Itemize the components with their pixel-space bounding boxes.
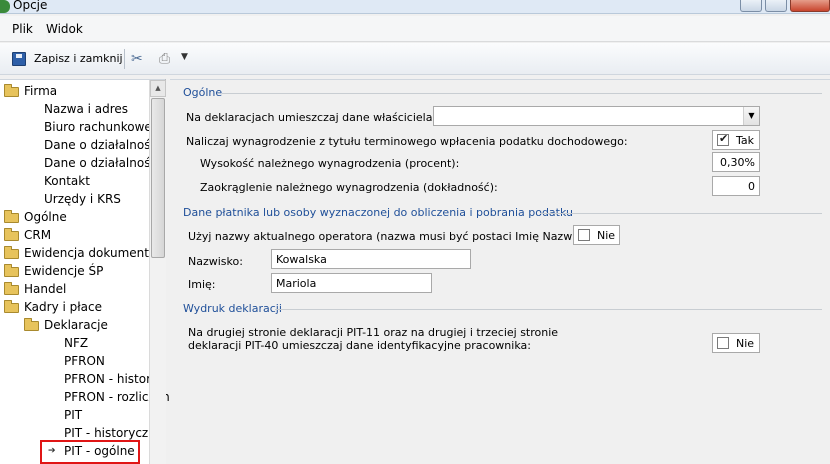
settings-panel: Ogólne Na deklaracjach umieszczaj dane w… bbox=[170, 79, 830, 464]
tree-item-label: Deklaracje bbox=[44, 318, 108, 332]
folder-icon bbox=[4, 84, 19, 97]
section-divider bbox=[540, 213, 822, 214]
name-input[interactable]: Mariola bbox=[271, 273, 432, 293]
maximize-button[interactable] bbox=[765, 0, 787, 12]
section-title-payer: Dane płatnika lub osoby wyznaczonej do o… bbox=[183, 206, 573, 219]
accrue-checkbox-label: Tak bbox=[736, 134, 755, 147]
check-icon: ✔ bbox=[719, 132, 729, 145]
section-title-general: Ogólne bbox=[183, 86, 223, 99]
tree-item-label: PFRON - historia bbox=[64, 372, 162, 386]
accrue-label: Naliczaj wynagrodzenie z tytułu terminow… bbox=[186, 135, 628, 148]
tree-item-label: CRM bbox=[24, 228, 52, 242]
accrue-checkbox-field[interactable]: ✔ Tak bbox=[712, 130, 760, 150]
owner-select[interactable]: ▼ bbox=[433, 106, 760, 126]
window-title: Opcje bbox=[13, 0, 48, 12]
tree-item-label: Handel bbox=[24, 282, 67, 296]
minimize-button[interactable] bbox=[740, 0, 762, 12]
scroll-thumb[interactable] bbox=[151, 98, 165, 258]
scroll-up-arrow-icon[interactable]: ▲ bbox=[150, 80, 166, 97]
app-icon bbox=[0, 0, 10, 13]
print-checkbox[interactable] bbox=[717, 337, 729, 349]
tree-item-label: Ogólne bbox=[24, 210, 67, 224]
name-label: Imię: bbox=[188, 278, 216, 291]
options-tree: Firma Nazwa i adres Biuro rachunkowe Dane o… bbox=[0, 79, 180, 464]
toolbar: Zapisz i zamknij ✂ ⎙ ▼ bbox=[0, 43, 830, 75]
tree-item-label: Urzędy i KRS bbox=[44, 192, 121, 206]
title-bar: Opcje bbox=[0, 0, 830, 14]
menu-plik[interactable]: Plik bbox=[12, 22, 33, 36]
tree-item-label: Nazwa i adres bbox=[44, 102, 129, 116]
operator-checkbox-field[interactable]: Nie bbox=[573, 225, 620, 245]
toolbar-separator bbox=[124, 49, 125, 69]
tree-item-label: Dane o działalności bbox=[44, 138, 161, 152]
tree-item-label: Kadry i płace bbox=[24, 300, 102, 314]
tree-item-label: Biuro rachunkowe bbox=[44, 120, 152, 134]
folder-icon bbox=[4, 282, 19, 295]
print-icon[interactable]: ⎙ bbox=[159, 51, 177, 67]
operator-label: Użyj nazwy aktualnego operatora (nazwa m… bbox=[188, 230, 602, 243]
folder-icon bbox=[4, 246, 19, 259]
tree-item-label: Ewidencja dokumentów bbox=[24, 246, 167, 260]
save-icon[interactable] bbox=[12, 52, 26, 66]
section-divider bbox=[275, 309, 822, 310]
save-and-close-button[interactable]: Zapisz i zamknij bbox=[34, 52, 123, 65]
percent-input[interactable]: 0,30% bbox=[712, 152, 760, 172]
tree-item-label: NFZ bbox=[64, 336, 89, 350]
selected-item-highlight bbox=[40, 440, 140, 464]
operator-checkbox[interactable] bbox=[578, 229, 590, 241]
folder-icon bbox=[4, 264, 19, 277]
chevron-down-icon[interactable]: ▼ bbox=[181, 52, 188, 62]
tree-item-label: Ewidencje ŚP bbox=[24, 264, 104, 278]
section-title-print: Wydruk deklaracji bbox=[183, 302, 282, 315]
print-checkbox-label: Nie bbox=[736, 337, 755, 350]
menu-bar: Plik Widok bbox=[0, 16, 830, 42]
tree-item-label: PIT bbox=[64, 408, 83, 422]
rounding-input[interactable]: 0 bbox=[712, 176, 760, 196]
percent-label: Wysokość należnego wynagrodzenia (procen… bbox=[200, 157, 460, 170]
tree-scrollbar[interactable]: ▲ bbox=[149, 80, 166, 464]
folder-icon bbox=[4, 300, 19, 313]
section-divider bbox=[222, 93, 822, 94]
folder-icon bbox=[4, 210, 19, 223]
print-label-line1: Na drugiej stronie deklaracji PIT-11 ora… bbox=[188, 326, 559, 339]
folder-icon bbox=[24, 318, 39, 331]
menu-widok[interactable]: Widok bbox=[46, 22, 83, 36]
operator-checkbox-label: Nie bbox=[597, 229, 616, 242]
surname-input[interactable]: Kowalska bbox=[271, 249, 471, 269]
folder-icon bbox=[4, 228, 19, 241]
tools-icon[interactable]: ✂ bbox=[131, 51, 147, 67]
owner-label: Na deklaracjach umieszczaj dane właścici… bbox=[186, 111, 437, 124]
tree-item-label: PFRON bbox=[64, 354, 105, 368]
surname-label: Nazwisko: bbox=[188, 255, 243, 268]
accrue-checkbox[interactable]: ✔ bbox=[717, 132, 729, 146]
close-button[interactable] bbox=[790, 0, 830, 12]
tree-item-label: Firma bbox=[24, 84, 58, 98]
print-checkbox-field[interactable]: Nie bbox=[712, 333, 760, 353]
print-label-line2: deklaracji PIT-40 umieszczaj dane identy… bbox=[188, 339, 531, 352]
tree-item-label: Kontakt bbox=[44, 174, 90, 188]
tree-item-label: Dane o działalności bbox=[44, 156, 161, 170]
chevron-down-icon[interactable]: ▼ bbox=[743, 107, 759, 125]
rounding-label: Zaokrąglenie należnego wynagrodzenia (do… bbox=[200, 181, 498, 194]
